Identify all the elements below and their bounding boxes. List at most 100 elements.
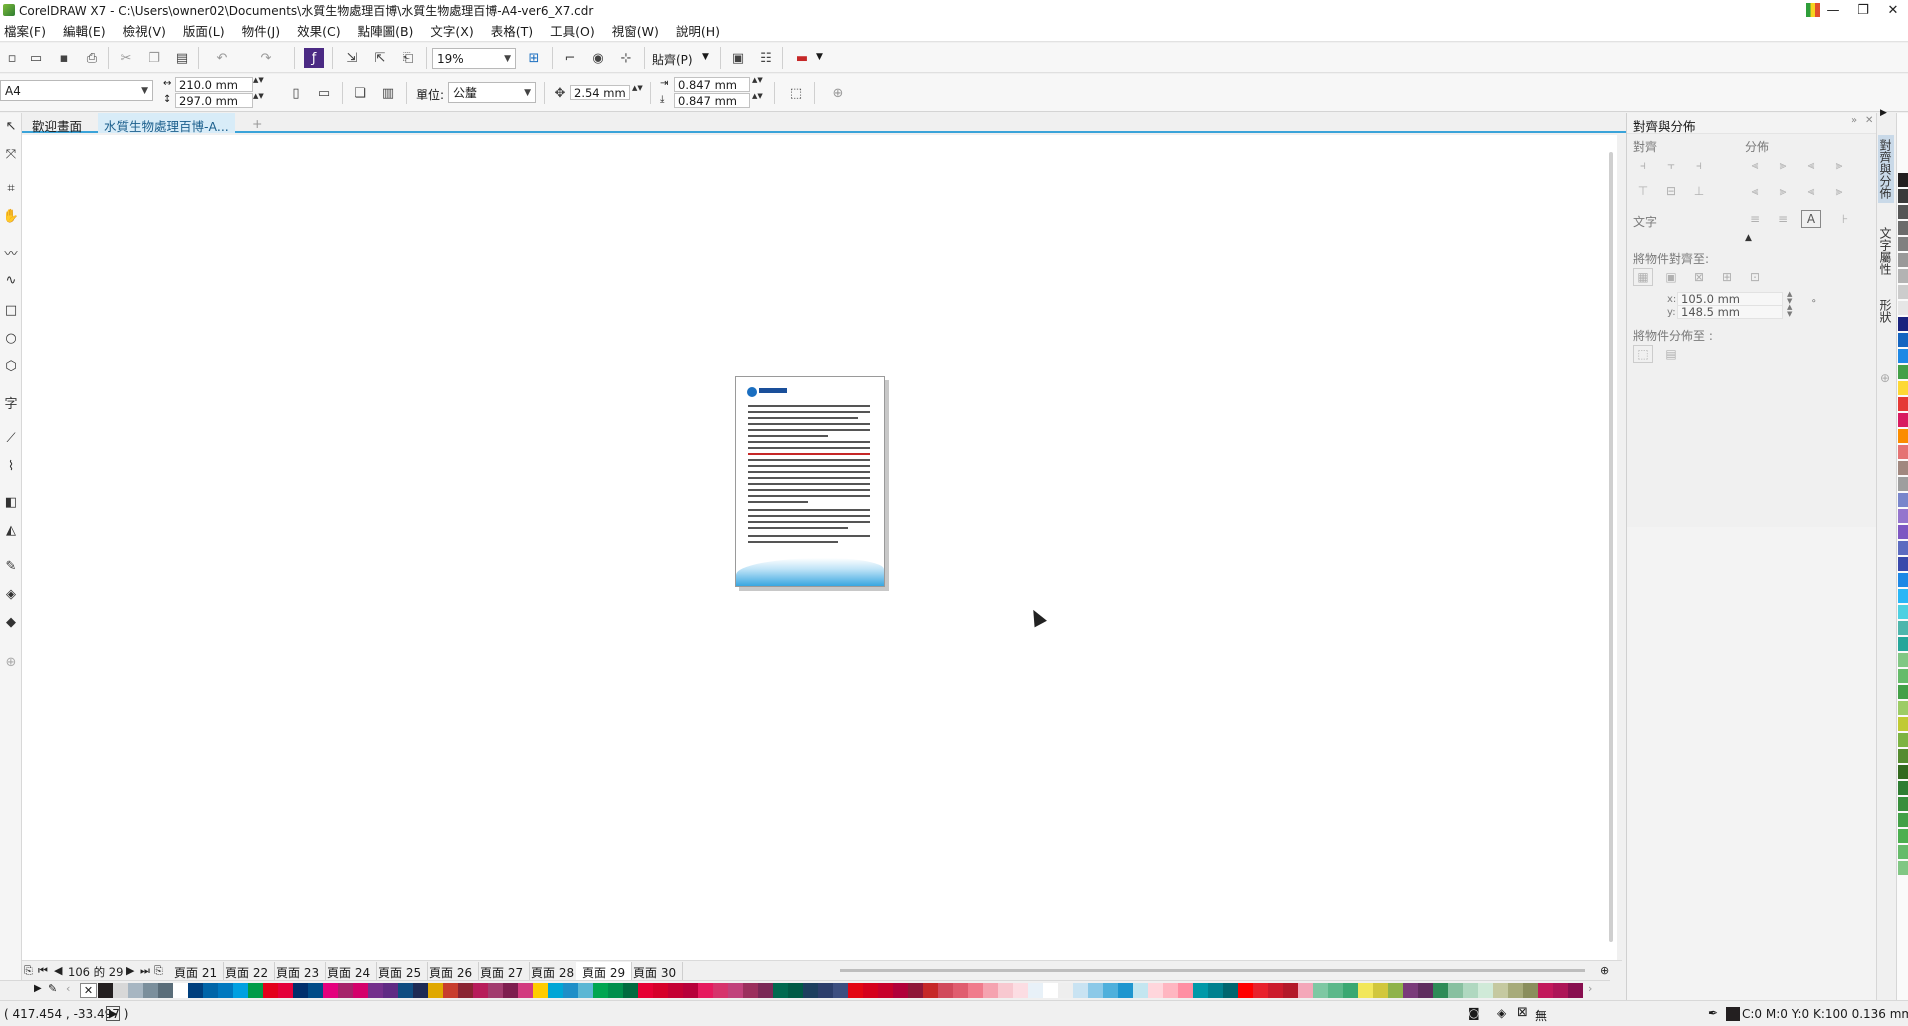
drop-shadow-tool-icon[interactable]: ◧ bbox=[2, 493, 20, 511]
color-swatch[interactable] bbox=[863, 983, 878, 998]
outline-pen-icon[interactable]: ✒ bbox=[1708, 1006, 1718, 1020]
color-swatch[interactable] bbox=[1088, 983, 1103, 998]
strip-color-swatch[interactable] bbox=[1898, 813, 1908, 827]
color-swatch[interactable] bbox=[398, 983, 413, 998]
color-swatch[interactable] bbox=[143, 983, 158, 998]
duplicate-y-spinner[interactable]: ▲▼ bbox=[752, 93, 763, 109]
lock-icon[interactable]: ⚬ bbox=[1810, 297, 1818, 307]
align-bottom-icon[interactable]: ⊥ bbox=[1689, 182, 1709, 200]
strip-color-swatch[interactable] bbox=[1898, 717, 1908, 731]
crop-tool-icon[interactable]: ⌗ bbox=[2, 179, 20, 197]
align-x-field[interactable]: 105.0 mm bbox=[1677, 292, 1783, 306]
outline-color-swatch[interactable] bbox=[1726, 1007, 1740, 1021]
zoom-level-combo[interactable]: 19% ▼ bbox=[432, 48, 516, 69]
horizontal-scrollbar[interactable] bbox=[840, 969, 1585, 972]
freehand-tool-icon[interactable]: 〰 bbox=[2, 243, 20, 262]
strip-color-swatch[interactable] bbox=[1898, 845, 1908, 859]
color-swatch[interactable] bbox=[1073, 983, 1088, 998]
color-swatch[interactable] bbox=[218, 983, 233, 998]
color-swatch[interactable] bbox=[698, 983, 713, 998]
color-swatch[interactable] bbox=[1508, 983, 1523, 998]
color-swatch[interactable] bbox=[263, 983, 278, 998]
align-to-point-icon[interactable]: ⊡ bbox=[1745, 268, 1765, 286]
page-tab[interactable]: 頁面 21 bbox=[168, 962, 225, 980]
page-thumbnail[interactable] bbox=[735, 376, 885, 587]
color-swatch[interactable] bbox=[98, 983, 113, 998]
color-swatch[interactable] bbox=[1178, 983, 1193, 998]
color-swatch[interactable] bbox=[1328, 983, 1343, 998]
fill-icon[interactable]: ◈ bbox=[1497, 1006, 1506, 1020]
color-swatch[interactable] bbox=[578, 983, 593, 998]
strip-color-swatch[interactable] bbox=[1898, 605, 1908, 619]
color-swatch[interactable] bbox=[233, 983, 248, 998]
zoom-icon[interactable]: ⊕ bbox=[1600, 964, 1609, 977]
duplicate-x-field[interactable]: 0.847 mm bbox=[674, 77, 750, 92]
distribute-spacing-v-icon[interactable]: ⫸ bbox=[1829, 182, 1849, 200]
color-swatch[interactable] bbox=[383, 983, 398, 998]
close-button[interactable]: ✕ bbox=[1878, 0, 1908, 20]
text-first-baseline-icon[interactable]: ≡ bbox=[1745, 210, 1765, 228]
align-y-field[interactable]: 148.5 mm bbox=[1677, 305, 1783, 319]
redo-icon[interactable]: ↷ bbox=[256, 48, 276, 68]
color-swatch[interactable] bbox=[1118, 983, 1133, 998]
color-swatch[interactable] bbox=[458, 983, 473, 998]
color-swatch[interactable] bbox=[1133, 983, 1148, 998]
strip-color-swatch[interactable] bbox=[1898, 397, 1908, 411]
vertical-scrollbar[interactable] bbox=[1609, 152, 1613, 942]
color-swatch[interactable] bbox=[1283, 983, 1298, 998]
color-swatch[interactable] bbox=[548, 983, 563, 998]
strip-color-swatch[interactable] bbox=[1898, 269, 1908, 283]
distribute-middle-icon[interactable]: ⫸ bbox=[1773, 182, 1793, 200]
corel-connect-icon[interactable]: ƒ bbox=[304, 48, 324, 68]
welcome-screen-icon[interactable]: ▬ bbox=[792, 48, 812, 68]
color-swatch[interactable] bbox=[803, 983, 818, 998]
full-screen-preview-icon[interactable]: ⊞ bbox=[524, 48, 544, 68]
color-swatch[interactable] bbox=[668, 983, 683, 998]
add-page-before-icon[interactable]: ⎘ bbox=[24, 964, 33, 978]
eyedropper-tool-icon[interactable]: ✎ bbox=[2, 557, 20, 575]
color-swatch[interactable] bbox=[743, 983, 758, 998]
color-swatch[interactable] bbox=[1418, 983, 1433, 998]
color-swatch[interactable] bbox=[1493, 983, 1508, 998]
page-tab-active[interactable]: 頁面 29 bbox=[576, 962, 633, 980]
first-page-icon[interactable]: ⏮ bbox=[38, 964, 48, 978]
strip-color-swatch[interactable] bbox=[1898, 781, 1908, 795]
strip-color-swatch[interactable] bbox=[1898, 797, 1908, 811]
text-tool-icon[interactable]: 字 bbox=[2, 393, 20, 412]
palette-right-icon[interactable]: › bbox=[1588, 982, 1592, 995]
side-tab-align-distribute[interactable]: 對齊與分佈 bbox=[1878, 135, 1894, 203]
application-launcher-icon[interactable]: ☷ bbox=[756, 48, 776, 68]
new-document-icon[interactable]: ▫ bbox=[2, 48, 22, 68]
tab-welcome-screen[interactable]: 歡迎畫面 bbox=[26, 113, 88, 134]
strip-color-swatch[interactable] bbox=[1898, 349, 1908, 363]
strip-color-swatch[interactable] bbox=[1898, 429, 1908, 443]
options-icon[interactable]: ▣ bbox=[728, 48, 748, 68]
transparency-tool-icon[interactable]: ◭ bbox=[2, 521, 20, 539]
color-swatch[interactable] bbox=[278, 983, 293, 998]
open-icon[interactable]: ▭ bbox=[26, 48, 46, 68]
nudge-distance-field[interactable]: 2.54 mm bbox=[570, 85, 630, 100]
strip-color-swatch[interactable] bbox=[1898, 669, 1908, 683]
menu-edit[interactable]: 編輯(E) bbox=[63, 21, 113, 40]
menu-bitmaps[interactable]: 點陣圖(B) bbox=[358, 21, 421, 40]
color-swatch[interactable] bbox=[188, 983, 203, 998]
page-tab[interactable]: 頁面 24 bbox=[321, 962, 378, 980]
color-swatch[interactable] bbox=[1358, 983, 1373, 998]
menu-window[interactable]: 視窗(W) bbox=[612, 21, 666, 40]
align-to-page-edge-icon[interactable]: ▣ bbox=[1661, 268, 1681, 286]
show-rulers-icon[interactable]: ⌐ bbox=[560, 48, 580, 68]
color-swatch[interactable] bbox=[968, 983, 983, 998]
align-y-spinner[interactable]: ▲ ▼ bbox=[1787, 304, 1792, 318]
color-swatch[interactable] bbox=[1028, 983, 1043, 998]
last-page-icon[interactable]: ⏭ bbox=[140, 964, 150, 978]
page-tab[interactable]: 頁面 28 bbox=[525, 962, 582, 980]
minimize-button[interactable]: — bbox=[1818, 0, 1848, 20]
show-grid-icon[interactable]: ◉ bbox=[588, 48, 608, 68]
strip-color-swatch[interactable] bbox=[1898, 285, 1908, 299]
color-swatch[interactable] bbox=[368, 983, 383, 998]
strip-color-swatch[interactable] bbox=[1898, 253, 1908, 267]
color-swatch[interactable] bbox=[608, 983, 623, 998]
color-swatch[interactable] bbox=[503, 983, 518, 998]
distribute-center-icon[interactable]: ⫸ bbox=[1773, 156, 1793, 174]
color-swatch[interactable] bbox=[878, 983, 893, 998]
